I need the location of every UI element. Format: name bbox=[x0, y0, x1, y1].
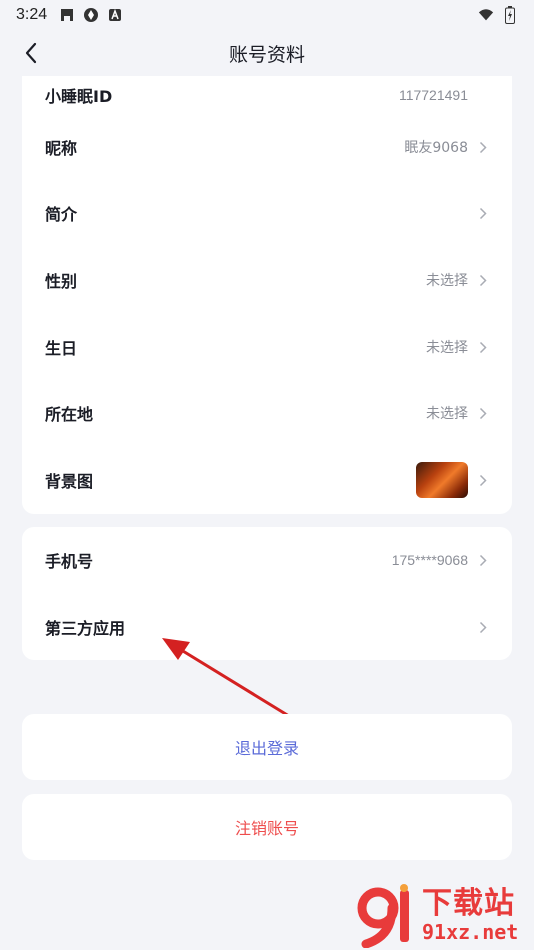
row-label: 昵称 bbox=[45, 139, 78, 158]
row-value: 117721491 bbox=[398, 87, 468, 103]
watermark-title: 下载站 bbox=[422, 886, 515, 921]
birthday-row[interactable]: 生日 未选择 bbox=[22, 314, 512, 380]
location-row[interactable]: 所在地 未选择 bbox=[22, 380, 512, 446]
chevron-right-icon bbox=[476, 553, 490, 567]
cancel-account-button[interactable]: 注销账号 bbox=[22, 794, 512, 860]
chevron-right-icon bbox=[476, 206, 490, 220]
gender-row[interactable]: 性别 未选择 bbox=[22, 247, 512, 313]
battery-icon bbox=[502, 6, 518, 24]
game-icon bbox=[59, 7, 75, 23]
background-image-row[interactable]: 背景图 bbox=[22, 447, 512, 513]
row-label: 所在地 bbox=[45, 405, 94, 424]
chevron-right-icon bbox=[476, 273, 490, 287]
row-value: 未选择 bbox=[426, 340, 468, 356]
row-label: 生日 bbox=[45, 339, 78, 358]
pinwheel-icon bbox=[83, 7, 99, 23]
chevron-right-icon bbox=[476, 140, 490, 154]
phone-row[interactable]: 手机号 175****9068 bbox=[22, 527, 512, 593]
status-icons-left bbox=[59, 7, 123, 23]
status-icons-right bbox=[478, 6, 518, 24]
logout-button[interactable]: 退出登录 bbox=[22, 714, 512, 780]
logout-label: 退出登录 bbox=[234, 739, 299, 758]
bio-row[interactable]: 简介 bbox=[22, 180, 512, 246]
row-value: 175****9068 bbox=[391, 552, 468, 568]
chevron-right-icon bbox=[476, 473, 490, 487]
row-value: 眠友9068 bbox=[404, 140, 468, 156]
chevron-left-icon bbox=[25, 42, 37, 64]
cancel-account-label: 注销账号 bbox=[234, 819, 299, 838]
chevron-right-icon bbox=[476, 406, 490, 420]
chevron-right-icon bbox=[476, 620, 490, 634]
row-label: 手机号 bbox=[45, 552, 94, 571]
row-label: 第三方应用 bbox=[45, 619, 126, 638]
background-thumbnail bbox=[416, 462, 468, 498]
status-time: 3:24 bbox=[16, 6, 48, 23]
row-label: 背景图 bbox=[45, 472, 94, 491]
font-a-icon bbox=[107, 7, 123, 23]
back-button[interactable] bbox=[16, 38, 46, 68]
chevron-right-icon bbox=[476, 340, 490, 354]
wifi-icon bbox=[478, 7, 494, 23]
row-label: 性别 bbox=[45, 272, 78, 291]
nav-bar: 账号资料 bbox=[0, 30, 534, 76]
row-value: 未选择 bbox=[426, 406, 468, 422]
page-title: 账号资料 bbox=[228, 43, 305, 66]
row-label: 小睡眠ID bbox=[45, 87, 113, 106]
nickname-row[interactable]: 昵称 眠友9068 bbox=[22, 114, 512, 180]
row-value: 未选择 bbox=[426, 273, 468, 289]
watermark-logo-icon bbox=[356, 882, 418, 949]
profile-card: 小睡眠ID 117721491 昵称 眠友9068 简介 性别 未选择 生日 未… bbox=[22, 76, 512, 514]
watermark-url: 91xz.net bbox=[422, 920, 519, 944]
status-bar: 3:24 bbox=[0, 0, 534, 30]
row-label: 简介 bbox=[45, 205, 78, 224]
watermark: 下载站 91xz.net bbox=[356, 880, 534, 950]
